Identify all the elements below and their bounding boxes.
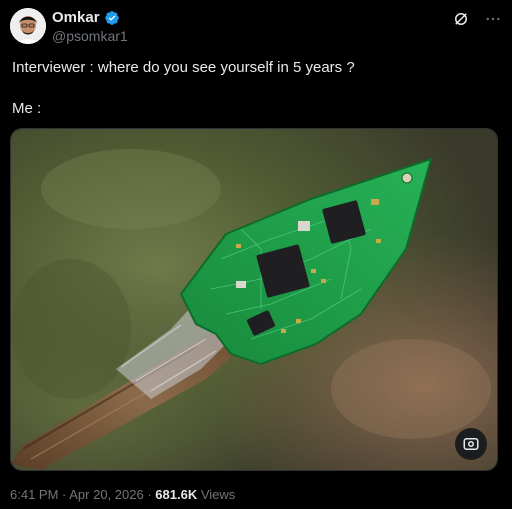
author-name-row[interactable]: Omkar xyxy=(52,9,120,26)
views-count[interactable]: 681.6K xyxy=(155,487,197,502)
profile-avatar-icon[interactable] xyxy=(10,8,46,44)
author-display-name[interactable]: Omkar xyxy=(52,9,100,26)
tweet-text-line: Me : xyxy=(12,100,42,117)
author-handle[interactable]: @psomkar1 xyxy=(52,28,128,44)
more-options-icon[interactable] xyxy=(482,8,504,30)
tweet-date[interactable]: Apr 20, 2026 xyxy=(69,487,143,502)
tweet-text-line: Interviewer : where do you see yourself … xyxy=(12,59,355,76)
meta-separator: · xyxy=(143,487,156,502)
tweet-meta: 6:41 PM · Apr 20, 2026 · 681.6K Views xyxy=(10,487,235,502)
tweet-header: Omkar @psomkar1 xyxy=(8,6,504,46)
image-tools-icon[interactable] xyxy=(455,428,487,460)
photo-image[interactable] xyxy=(10,128,498,471)
views-label: Views xyxy=(197,487,236,502)
tweet-text: Interviewer : where do you see yourself … xyxy=(12,58,500,119)
tweet-time[interactable]: 6:41 PM xyxy=(10,487,58,502)
header-actions xyxy=(450,8,504,30)
verified-badge-icon xyxy=(104,10,119,25)
meta-separator: · xyxy=(58,487,70,502)
grok-icon[interactable] xyxy=(450,8,472,30)
